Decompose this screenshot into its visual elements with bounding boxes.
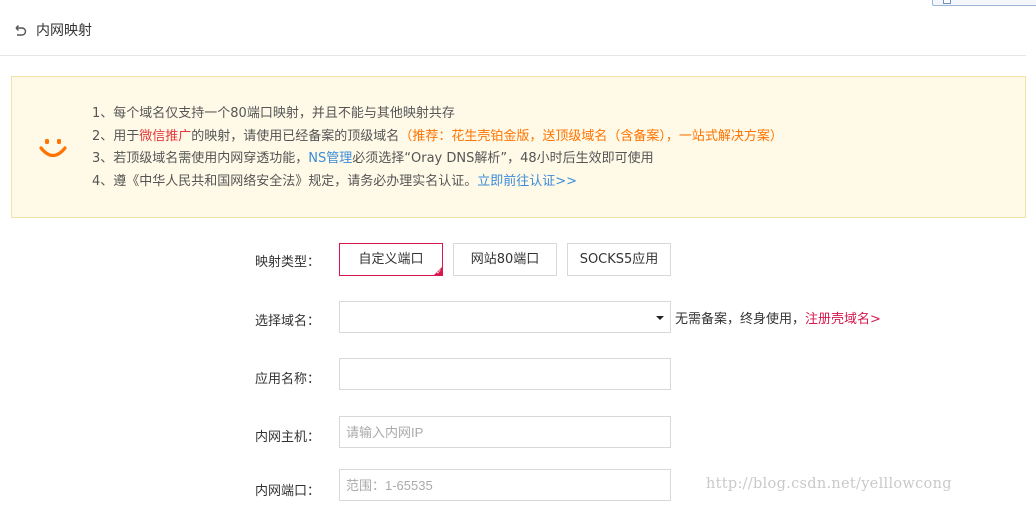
- notice-box: 1、每个域名仅支持一个80端口映射，并且不能与其他映射共存 2、用于微信推广的映…: [11, 76, 1026, 218]
- domain-hint: 无需备案，终身使用，注册壳域名>: [675, 308, 881, 327]
- lan-host-label: 内网主机：: [255, 430, 321, 445]
- watermark-text: http://blog.csdn.net/yelllowcong: [706, 476, 952, 492]
- caret-down-icon: [656, 316, 664, 320]
- verify-now-link[interactable]: 立即前往认证>>: [477, 174, 577, 189]
- type-option-socks5-label: SOCKS5应用: [579, 252, 659, 267]
- smile-icon: [39, 139, 67, 158]
- domain-select[interactable]: [339, 301, 671, 333]
- page-header: 内网映射: [0, 0, 1026, 56]
- app-name-label: 应用名称：: [255, 372, 321, 387]
- app-name-input[interactable]: [339, 358, 671, 390]
- domain-hint-text: 无需备案，终身使用，: [675, 312, 806, 327]
- notice-line-1: 1、每个域名仅支持一个80端口映射，并且不能与其他映射共存: [92, 103, 783, 126]
- page-title: 内网映射: [36, 23, 92, 39]
- notice-line-4-prefix: 4、遵《中华人民共和国网络安全法》规定，请务必办理实名认证。: [92, 173, 478, 189]
- notice-line-3-suffix: 必须选择“Oray DNS解析”，48小时后生效即可使用: [352, 151, 654, 166]
- notice-line-4: 4、遵《中华人民共和国网络安全法》规定，请务必办理实名认证。立即前往认证>>: [92, 171, 783, 194]
- notice-list: 1、每个域名仅支持一个80端口映射，并且不能与其他映射共存 2、用于微信推广的映…: [92, 103, 783, 193]
- lan-host-input[interactable]: [339, 416, 671, 448]
- type-option-custom-port-label: 自定义端口: [358, 252, 424, 267]
- lan-port-input[interactable]: [339, 469, 671, 501]
- notice-line-2-prefix: 2、用于: [92, 128, 140, 144]
- domain-label: 选择域名：: [255, 314, 321, 329]
- check-icon: ✓: [436, 268, 442, 276]
- type-option-custom-port[interactable]: 自定义端口 ✓: [339, 243, 443, 276]
- undo-arrow-icon[interactable]: [12, 22, 28, 38]
- type-option-web-80-label: 网站80端口: [470, 252, 540, 267]
- register-domain-link[interactable]: 注册壳域名>: [805, 312, 881, 327]
- mapping-type-label: 映射类型：: [255, 255, 321, 270]
- notice-line-3: 3、若顶级域名需使用内网穿透功能，NS管理必须选择“Oray DNS解析”，48…: [92, 148, 783, 171]
- wechat-promo-text: 微信推广: [139, 128, 192, 144]
- notice-line-3-prefix: 3、若顶级域名需使用内网穿透功能，: [92, 151, 309, 166]
- type-option-web-80[interactable]: 网站80端口: [453, 243, 557, 276]
- notice-line-1-text: 1、每个域名仅支持一个80端口映射，并且不能与其他映射共存: [92, 106, 455, 121]
- recommend-text: （推荐：花生壳铂金版，送顶级域名（含备案），一站式解决方案）: [399, 128, 783, 144]
- notice-line-2-middle: 的映射，请使用已经备案的顶级域名: [191, 128, 400, 144]
- lan-port-label: 内网端口：: [255, 484, 321, 499]
- type-option-socks5[interactable]: SOCKS5应用: [567, 243, 671, 276]
- ns-management-text: NS管理: [308, 151, 353, 166]
- notice-line-2: 2、用于微信推广的映射，请使用已经备案的顶级域名（推荐：花生壳铂金版，送顶级域名…: [92, 126, 783, 149]
